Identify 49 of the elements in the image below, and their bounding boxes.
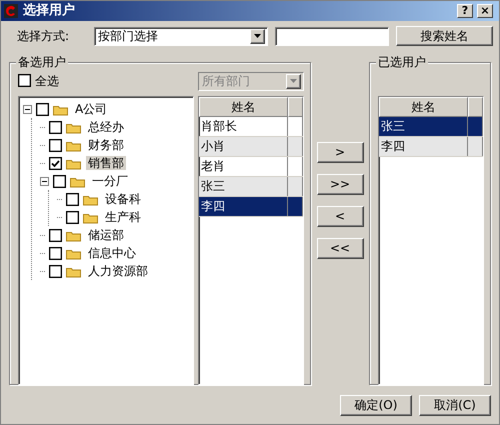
dialog-button[interactable]: 取消(C): [419, 395, 491, 416]
dropdown-arrow-icon: [290, 79, 297, 83]
tree-item[interactable]: 生产科: [103, 210, 143, 224]
tree-item[interactable]: 总经办: [86, 120, 126, 134]
checkbox[interactable]: [49, 264, 62, 278]
checkbox[interactable]: [36, 102, 49, 116]
app-icon: [3, 3, 19, 19]
column-header[interactable]: 姓名: [199, 97, 288, 117]
tree-item[interactable]: 设备科: [103, 192, 143, 206]
checkbox[interactable]: [66, 192, 79, 206]
transfer-button[interactable]: <<: [316, 238, 364, 259]
window-title: 选择用户: [23, 3, 76, 19]
checkbox-label: 全选: [35, 74, 59, 88]
checkbox[interactable]: [49, 156, 62, 170]
column-header[interactable]: 姓名: [379, 97, 468, 117]
list-row[interactable]: 李四: [379, 137, 483, 157]
search-field[interactable]: [275, 26, 389, 46]
close-button[interactable]: ×: [477, 4, 493, 18]
tree-item[interactable]: 人力资源部: [86, 264, 150, 278]
list-row[interactable]: 张三: [379, 117, 483, 137]
field-label: 选择方式:: [17, 28, 70, 44]
group-title: 已选用户: [376, 55, 428, 70]
checkbox[interactable]: [49, 138, 62, 152]
tree-item[interactable]: 财务部: [86, 138, 126, 152]
checkbox[interactable]: [53, 174, 66, 188]
list-row[interactable]: 李四: [199, 197, 303, 217]
tree-item[interactable]: 储运部: [86, 228, 126, 242]
tree-item[interactable]: 销售部: [86, 156, 126, 170]
tree-item[interactable]: 信息中心: [86, 246, 138, 260]
collapse-icon[interactable]: [40, 176, 49, 186]
select-all-checkbox[interactable]: [18, 74, 31, 88]
collapse-icon[interactable]: [23, 104, 32, 114]
group-title: 备选用户: [16, 55, 68, 70]
transfer-button[interactable]: >: [316, 142, 364, 163]
checkbox[interactable]: [49, 228, 62, 242]
checkbox[interactable]: [49, 120, 62, 134]
mode-select[interactable]: 按部门选择: [94, 26, 268, 46]
list-row[interactable]: 小肖: [199, 137, 303, 157]
help-button[interactable]: ?: [457, 4, 473, 18]
dropdown-arrow-icon: [254, 34, 261, 38]
transfer-button[interactable]: <: [316, 206, 364, 227]
list-row[interactable]: 张三: [199, 177, 303, 197]
transfer-button[interactable]: >>: [316, 174, 364, 195]
search-button[interactable]: 搜索姓名: [396, 26, 493, 46]
checkbox[interactable]: [66, 210, 79, 224]
tree-item[interactable]: 一分厂: [90, 174, 130, 188]
tree-item[interactable]: A公司: [73, 102, 110, 116]
dialog-button[interactable]: 确定(O): [340, 395, 412, 416]
checkbox[interactable]: [49, 246, 62, 260]
